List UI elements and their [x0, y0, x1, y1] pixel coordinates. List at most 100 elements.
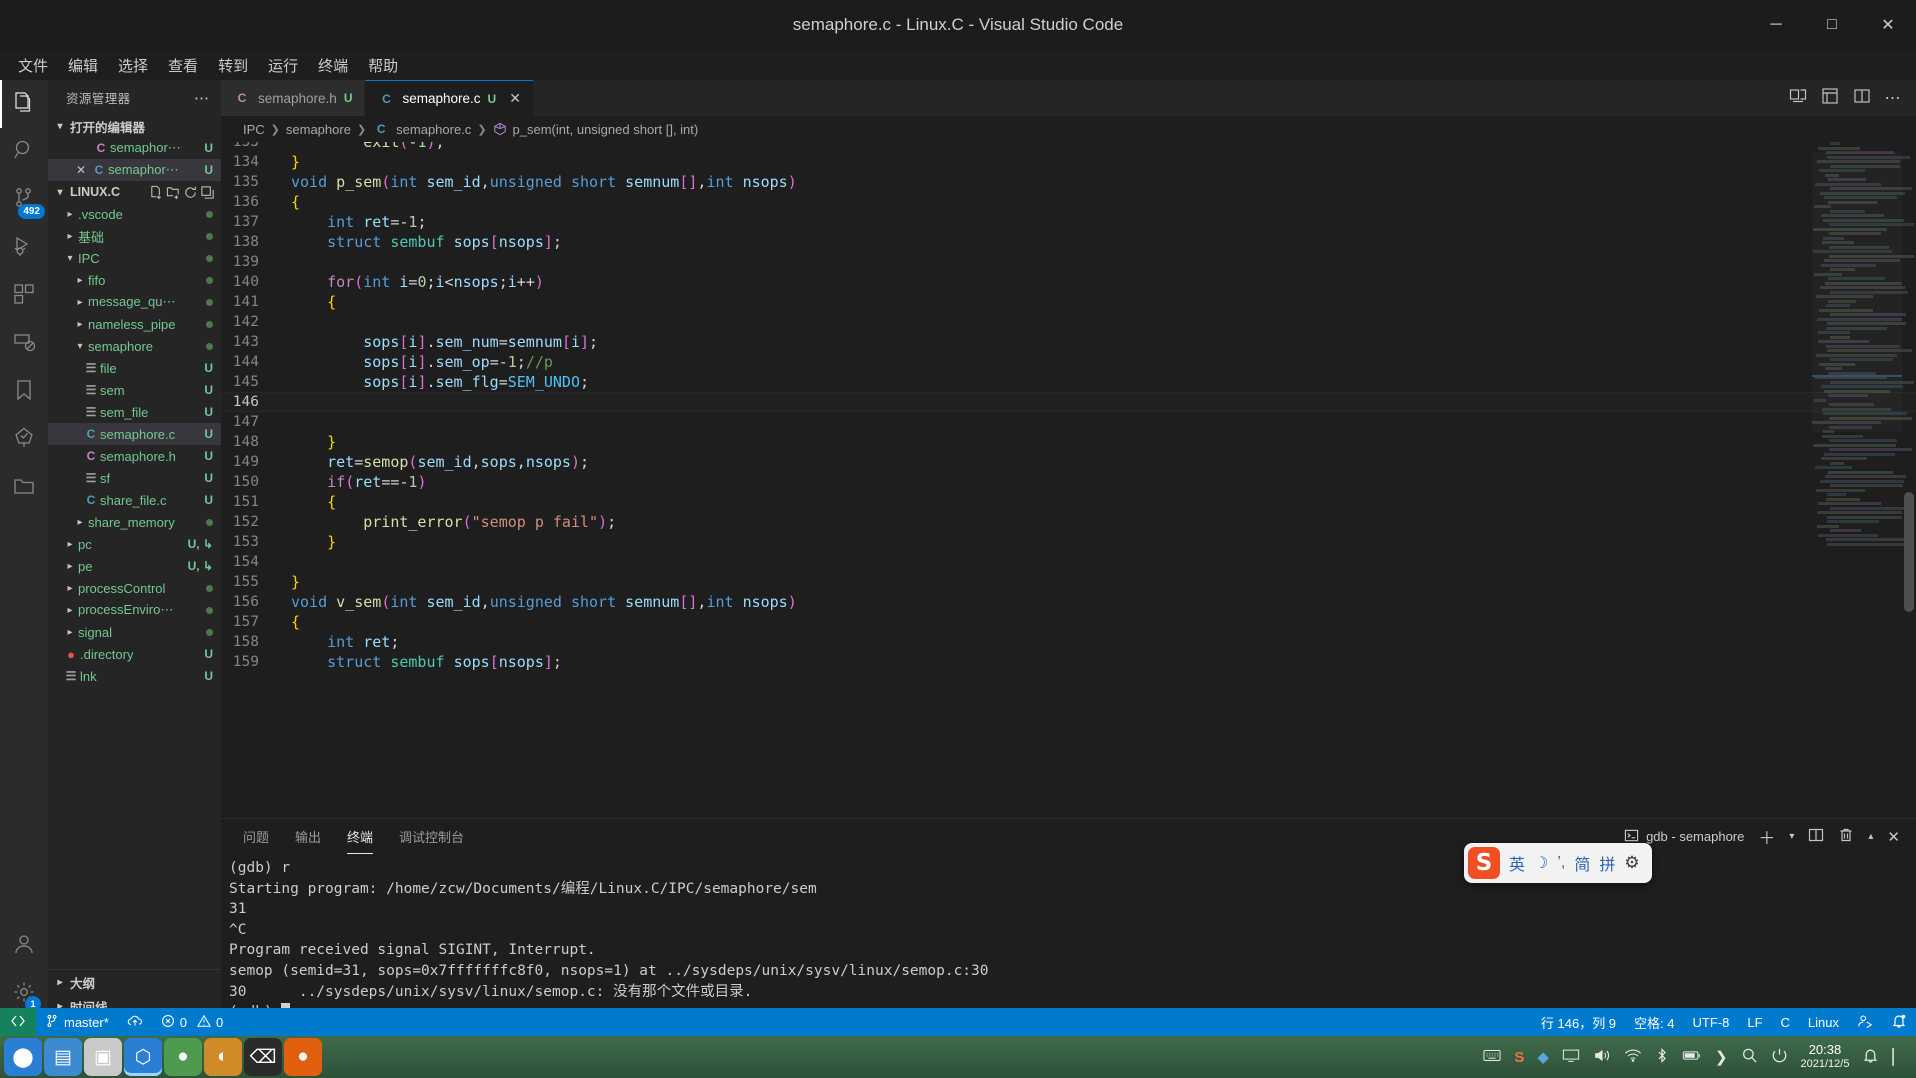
power-icon[interactable] [1771, 1047, 1788, 1068]
close-icon[interactable]: ✕ [1887, 828, 1900, 846]
terminal-output[interactable]: (gdb) r Starting program: /home/zcw/Docum… [221, 854, 1916, 1018]
breadcrumb-item-symbol[interactable]: p_sem(int, unsigned short [], int) [513, 122, 699, 137]
encoding[interactable]: UTF-8 [1684, 1008, 1739, 1036]
search-icon[interactable] [1741, 1047, 1758, 1068]
breadcrumb-item-file[interactable]: semaphore.c [396, 122, 471, 137]
code-line[interactable]: 146 [221, 392, 1916, 412]
menu-edit[interactable]: 编辑 [58, 52, 108, 79]
tab-semaphore-c[interactable]: C semaphore.c U ✕ [365, 80, 534, 116]
indentation[interactable]: 空格: 4 [1625, 1008, 1683, 1036]
taskbar-item-files[interactable]: ▤ [44, 1038, 82, 1076]
feedback-button[interactable] [1848, 1008, 1882, 1036]
activity-explorer[interactable] [0, 80, 48, 128]
sidebar-more-icon[interactable]: ⋯ [189, 89, 215, 107]
git-sync-button[interactable] [118, 1008, 152, 1036]
tree-item-pe[interactable]: ▸ pe U, ↳ [48, 555, 221, 577]
problems-status[interactable]: 0 0 [152, 1008, 232, 1036]
code-line[interactable]: 148 } [221, 432, 1916, 452]
menu-terminal[interactable]: 终端 [308, 52, 358, 79]
taskbar-item-vscode[interactable]: ⬡ [124, 1038, 162, 1076]
code-line[interactable]: 159 struct sembuf sops[nsops]; [221, 652, 1916, 672]
code-editor[interactable]: 133 exit(-1); 134} 135 void p_sem(int sem_i… [221, 142, 1916, 818]
ime-pinyin-toggle[interactable]: 拼 [1599, 851, 1615, 875]
menu-go[interactable]: 转到 [208, 52, 258, 79]
tree-item-semaphore.c[interactable]: Csemaphore.c U [48, 423, 221, 445]
new-file-icon[interactable] [149, 185, 164, 200]
tree-item-message_qu[interactable]: ▸ message_qu⋯ [48, 291, 221, 313]
activity-run-debug[interactable] [0, 224, 48, 272]
collapse-all-icon[interactable] [200, 185, 215, 200]
split-terminal-icon[interactable] [1808, 827, 1824, 846]
code-line[interactable]: 140 for(int i=0;i<nsops;i++) [221, 272, 1916, 292]
code-line[interactable]: 144 sops[i].sem_op=-1;//p [221, 352, 1916, 372]
tree-item-processcontrol[interactable]: ▸ processControl [48, 577, 221, 599]
minimap[interactable] [1812, 142, 1914, 818]
more-actions-icon[interactable]: ⋯ [1885, 88, 1903, 108]
code-line[interactable]: 139 [221, 252, 1916, 272]
code-line[interactable]: 135 void p_sem(int sem_id,unsigned short … [221, 172, 1916, 192]
breadcrumb-item-ipc[interactable]: IPC [243, 122, 265, 137]
open-editor-item-semaphore-c[interactable]: ✕ C semaphor⋯ U [48, 159, 221, 181]
volume-icon[interactable] [1593, 1048, 1611, 1067]
code-line[interactable]: 155} [221, 572, 1916, 592]
activity-accounts[interactable] [0, 922, 48, 970]
tree-item-sem_file[interactable]: ☰ sem_file U [48, 401, 221, 423]
battery-icon[interactable] [1682, 1048, 1702, 1067]
code-line[interactable]: 156 void v_sem(int sem_id,unsigned short … [221, 592, 1916, 612]
tree-item-[interactable]: ▸ 基础 [48, 225, 221, 247]
chevron-down-icon[interactable]: ▾ [1789, 831, 1794, 842]
activity-remote-explorer[interactable] [0, 320, 48, 368]
code-line[interactable]: 153 } [221, 532, 1916, 552]
activity-search[interactable] [0, 128, 48, 176]
taskbar-item-terminal-emulator[interactable]: ▣ [84, 1038, 122, 1076]
eol[interactable]: LF [1738, 1008, 1771, 1036]
activity-todo-tree[interactable] [0, 416, 48, 464]
scrollbar-thumb[interactable] [1904, 492, 1914, 612]
panel-tab-terminal[interactable]: 终端 [347, 821, 374, 854]
ime-simplified-toggle[interactable]: 简 [1574, 851, 1590, 875]
tree-item-semaphore[interactable]: ▾ semaphore [48, 335, 221, 357]
split-editor-icon[interactable] [1853, 87, 1871, 110]
taskbar-item-chrome[interactable]: ● [164, 1038, 202, 1076]
panel-tab-problems[interactable]: 问题 [243, 821, 269, 852]
keyboard-icon[interactable] [1483, 1048, 1501, 1067]
platform[interactable]: Linux [1799, 1008, 1848, 1036]
chevron-right-icon[interactable]: ❯ [1715, 1048, 1728, 1066]
close-icon[interactable]: ✕ [72, 163, 90, 177]
open-changes-icon[interactable] [1821, 87, 1839, 110]
tree-item-.vscode[interactable]: ▸ .vscode [48, 203, 221, 225]
code-line[interactable]: 143 sops[i].sem_num=semnum[i]; [221, 332, 1916, 352]
ime-punctuation-icon[interactable]: ’, [1557, 854, 1565, 872]
tree-item-lnk[interactable]: ☰ lnk U [48, 665, 221, 687]
menu-file[interactable]: 文件 [8, 52, 58, 79]
display-icon[interactable] [1562, 1048, 1580, 1067]
menu-run[interactable]: 运行 [258, 52, 308, 79]
bluetooth-icon[interactable] [1655, 1047, 1669, 1067]
code-line[interactable]: 137 int ret=-1; [221, 212, 1916, 232]
code-line[interactable]: 147 [221, 412, 1916, 432]
menu-help[interactable]: 帮助 [358, 52, 408, 79]
bell-icon[interactable] [1862, 1047, 1879, 1068]
ime-moon-icon[interactable]: ☽ [1534, 853, 1548, 873]
sogou-ime-toolbar[interactable]: S 英 ☽ ’, 简 拼 ⚙ [1464, 843, 1652, 883]
tree-item-signal[interactable]: ▸ signal [48, 621, 221, 643]
open-editor-item-semaphore-h[interactable]: C semaphor⋯ U [48, 137, 221, 159]
code-line[interactable]: 136 { [221, 192, 1916, 212]
wifi-icon[interactable] [1624, 1048, 1642, 1067]
cursor-position[interactable]: 行 146，列 9 [1532, 1008, 1625, 1036]
code-line[interactable]: 145 sops[i].sem_flg=SEM_UNDO; [221, 372, 1916, 392]
taskbar-item-start[interactable]: ⬤ [4, 1038, 42, 1076]
section-workspace[interactable]: ▾ LINUX.C [48, 181, 221, 203]
menu-selection[interactable]: 选择 [108, 52, 158, 79]
minimap-viewport[interactable] [1812, 152, 1902, 432]
sogou-icon[interactable]: S [1514, 1049, 1524, 1066]
menu-view[interactable]: 查看 [158, 52, 208, 79]
new-folder-icon[interactable] [166, 185, 181, 200]
trash-icon[interactable] [1838, 827, 1854, 846]
code-line[interactable]: 151 { [221, 492, 1916, 512]
section-outline[interactable]: ▸ 大纲 [48, 970, 221, 994]
code-line[interactable]: 152 print_error("semop p fail"); [221, 512, 1916, 532]
maximize-button[interactable]: □ [1804, 0, 1860, 50]
tree-item-semaphore.h[interactable]: Csemaphore.h U [48, 445, 221, 467]
tree-item-share_file.c[interactable]: Cshare_file.c U [48, 489, 221, 511]
